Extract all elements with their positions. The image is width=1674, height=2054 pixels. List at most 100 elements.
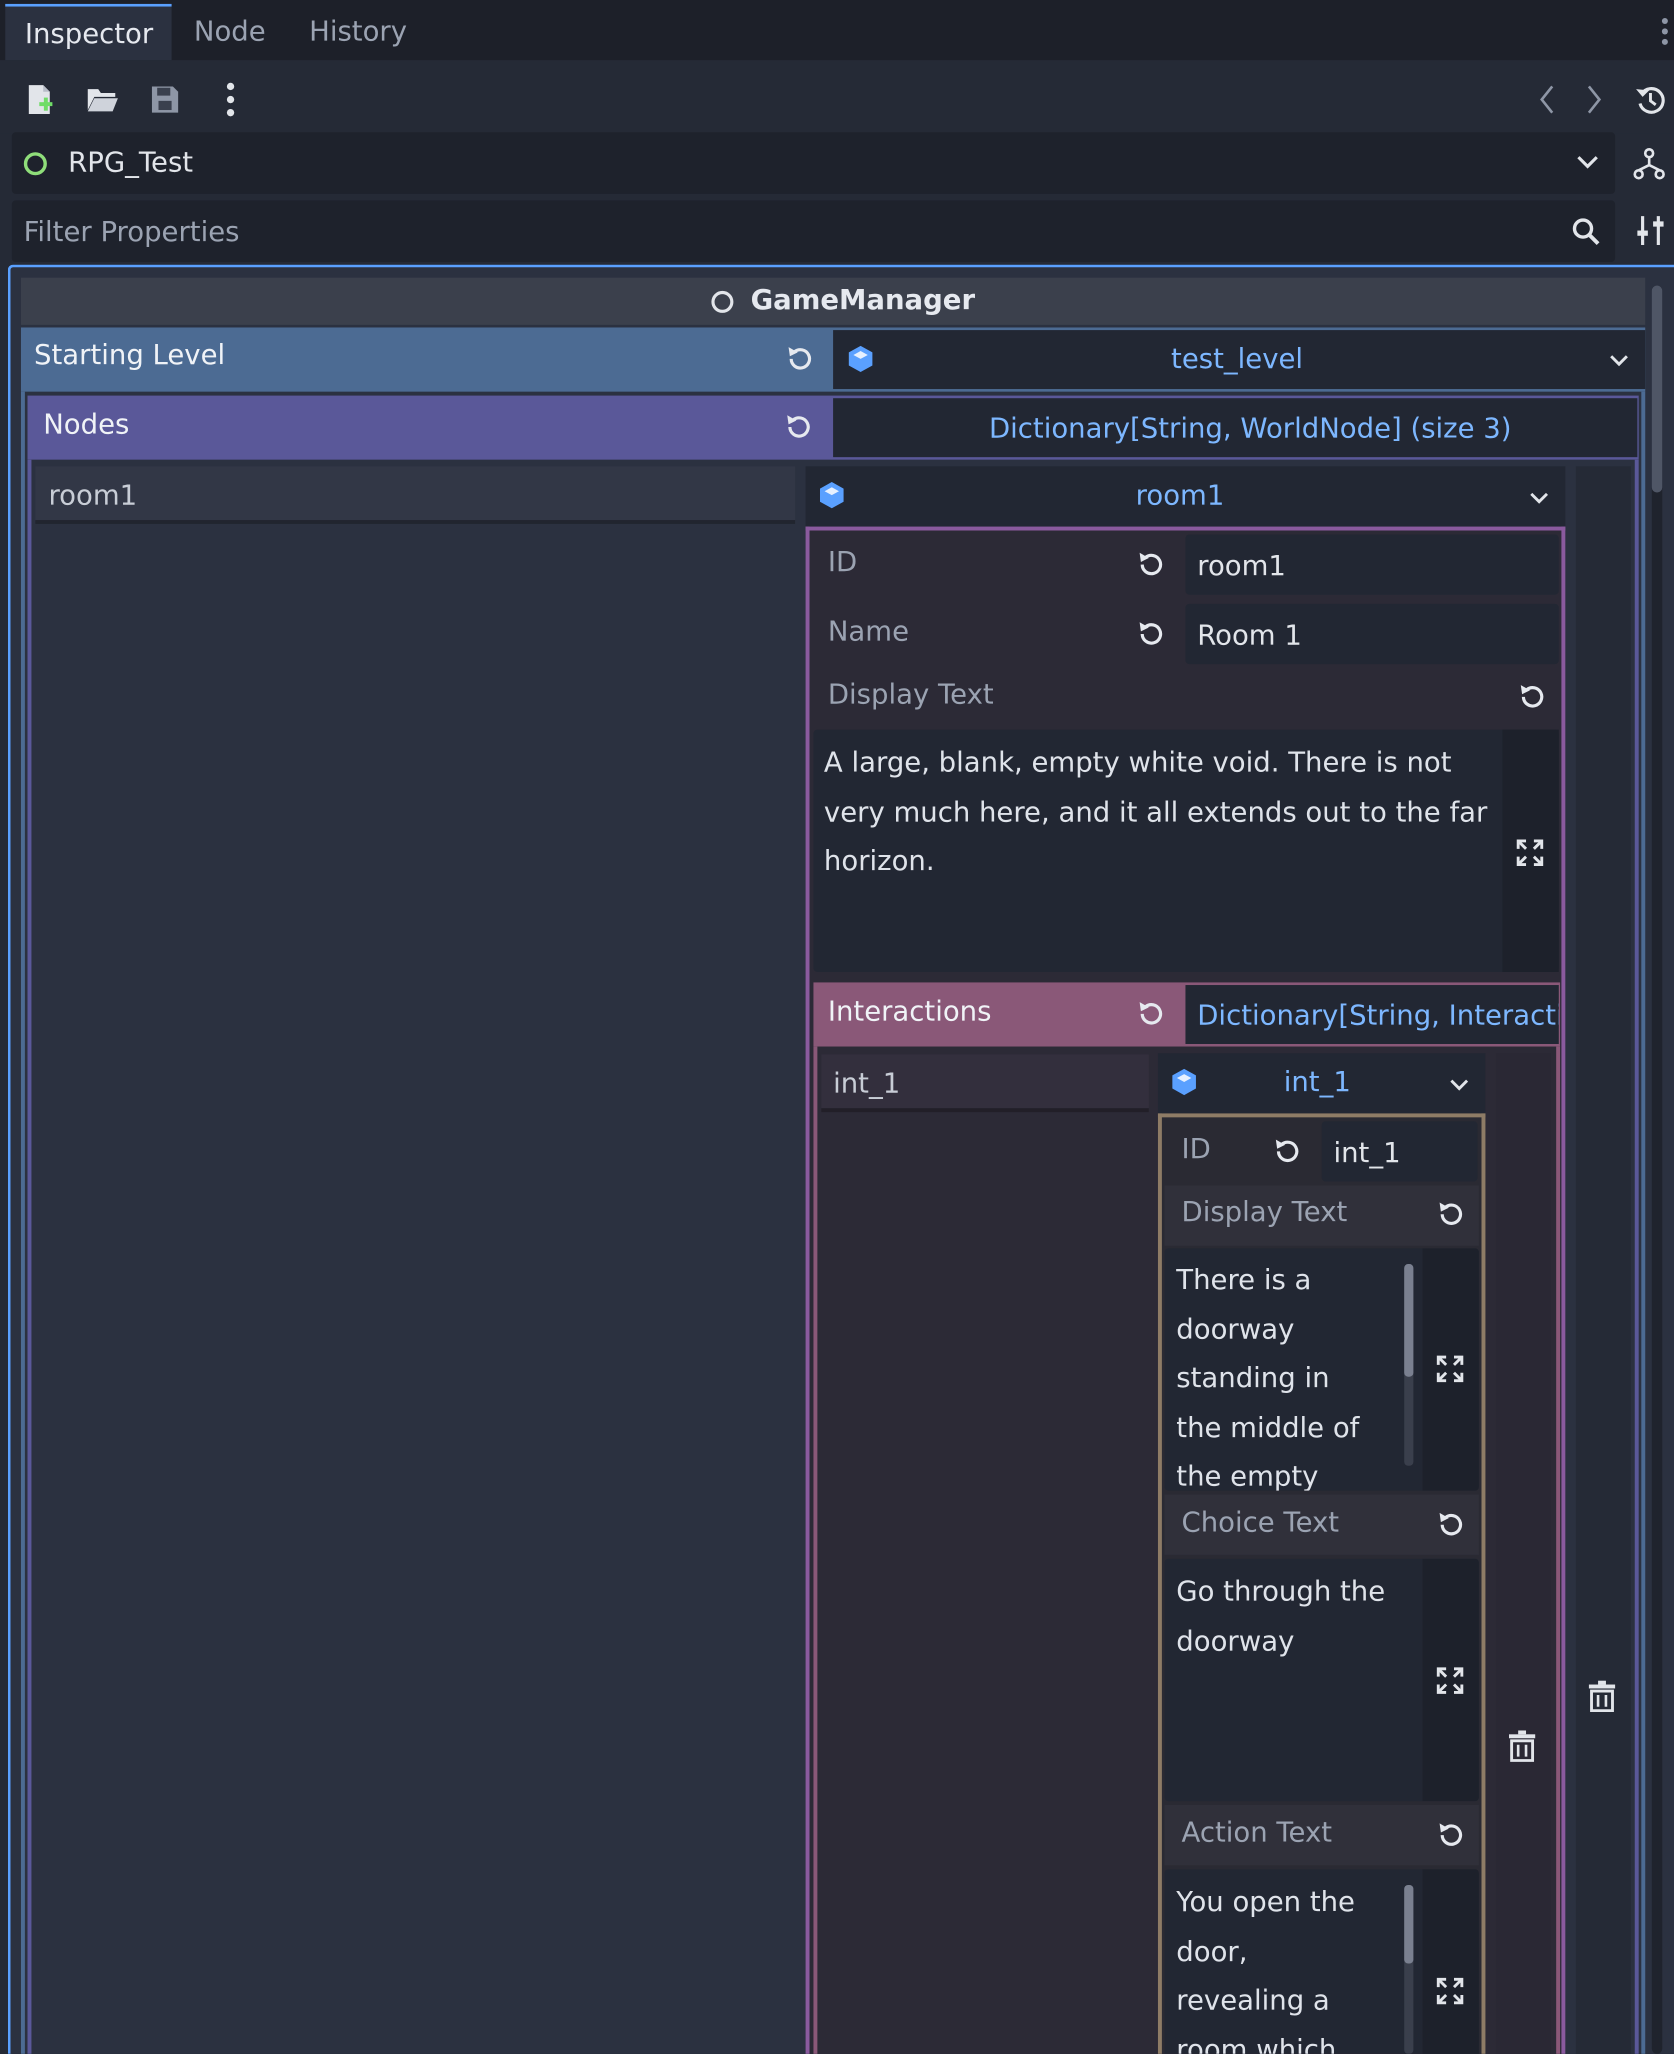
revert-icon[interactable]: [783, 342, 817, 376]
toolbar: [0, 60, 1674, 134]
revert-icon[interactable]: [1434, 1508, 1468, 1542]
class-header: GameManager: [20, 277, 1646, 325]
chevron-down-icon: [1574, 152, 1600, 173]
text-scrollbar-thumb[interactable]: [1404, 1884, 1414, 1964]
revert-icon[interactable]: [1134, 617, 1168, 651]
revert-icon[interactable]: [1134, 548, 1168, 582]
tab-inspector[interactable]: Inspector: [5, 3, 172, 61]
expand-column: [1422, 1869, 1479, 2054]
property-nodes: Nodes Dictionary[String, WorldNode] (siz…: [27, 395, 1639, 460]
interactions-key-field[interactable]: int_1: [821, 1054, 1149, 1113]
expand-icon[interactable]: [1513, 836, 1547, 870]
recent-history-icon[interactable]: [1632, 81, 1669, 118]
interactions-entry-side: [1495, 1053, 1551, 2054]
nodes-key-field[interactable]: room1: [35, 466, 796, 524]
class-header-label: GameManager: [750, 284, 976, 316]
int-id-value: int_1: [1333, 1136, 1401, 1169]
text-line: doorway: [1176, 1624, 1295, 1657]
text-line: You open the: [1176, 1886, 1355, 1918]
room-id-label: ID: [827, 546, 858, 578]
int-action-text-area[interactable]: You open the door, revealing a room whic…: [1164, 1869, 1479, 2054]
property-interactions: Interactions Dictionary[String, Interact…: [813, 982, 1561, 1047]
revert-icon[interactable]: [1271, 1134, 1305, 1168]
int-choice-text-content: Go through the doorway: [1176, 1568, 1418, 1666]
node-circle-icon: [710, 289, 735, 314]
int-action-text-content: You open the door, revealing a room whic…: [1176, 1878, 1405, 2054]
chevron-down-icon: [1607, 351, 1631, 369]
room1-resource-picker[interactable]: room1: [805, 466, 1566, 527]
revert-icon[interactable]: [1434, 1197, 1468, 1231]
filter-properties-input[interactable]: Filter Properties: [11, 200, 1616, 262]
scrollbar-track[interactable]: [1651, 285, 1663, 2054]
int-id-label: ID: [1181, 1133, 1211, 1165]
text-line: the empty: [1176, 1460, 1319, 1491]
interactions-dictionary-summary: Dictionary[String, Interacti: [1197, 999, 1559, 1031]
expand-icon[interactable]: [1433, 1664, 1467, 1698]
save-icon[interactable]: [147, 81, 184, 118]
tab-inspector-label: Inspector: [24, 18, 154, 50]
room-name-input[interactable]: Room 1: [1185, 603, 1559, 665]
int1-resource-picker[interactable]: int_1: [1157, 1053, 1486, 1114]
revert-icon[interactable]: [1434, 1818, 1468, 1852]
room-name-label: Name: [827, 615, 910, 648]
tab-history[interactable]: History: [309, 18, 407, 46]
history-back-icon[interactable]: [1533, 81, 1562, 118]
int-display-text-label: Display Text: [1181, 1195, 1348, 1228]
chevron-down-icon: [1527, 489, 1551, 507]
starting-level-label: Starting Level: [34, 339, 226, 371]
status-circle-icon: [22, 151, 48, 177]
documentation-icon[interactable]: [1630, 144, 1669, 183]
nodes-dictionary-summary: Dictionary[String, WorldNode] (size 3): [988, 412, 1512, 445]
chevron-down-icon: [1447, 1075, 1471, 1093]
revert-icon[interactable]: [782, 410, 816, 444]
filter-placeholder: Filter Properties: [23, 216, 240, 248]
text-line: revealing a: [1176, 1984, 1330, 2016]
new-resource-icon[interactable]: [21, 81, 58, 118]
object-properties-icon[interactable]: [1632, 212, 1669, 249]
room-id-value: room1: [1197, 550, 1286, 582]
resource-cube-icon: [1170, 1068, 1199, 1097]
tab-menu-icon[interactable]: [1661, 16, 1669, 47]
nodes-label: Nodes: [43, 408, 130, 441]
interactions-label: Interactions: [827, 995, 992, 1027]
int-id-input[interactable]: int_1: [1321, 1121, 1478, 1182]
text-scrollbar[interactable]: [1404, 1264, 1414, 1466]
open-folder-icon[interactable]: [84, 81, 121, 118]
more-options-icon[interactable]: [225, 81, 235, 118]
expand-icon[interactable]: [1433, 1974, 1467, 2008]
scrollbar-thumb[interactable]: [1651, 285, 1663, 493]
resource-cube-icon: [817, 481, 846, 510]
text-scrollbar[interactable]: [1404, 1884, 1414, 2054]
room-id-input[interactable]: room1: [1185, 534, 1559, 595]
delete-entry-button[interactable]: [1585, 1679, 1619, 1713]
nodes-entry-side: [1575, 466, 1631, 2054]
expand-icon[interactable]: [1433, 1352, 1467, 1386]
delete-entry-button[interactable]: [1505, 1729, 1539, 1763]
starting-level-picker[interactable]: test_level: [833, 330, 1646, 390]
resource-selector[interactable]: RPG_Test: [11, 132, 1616, 194]
text-line: door,: [1176, 1935, 1248, 1967]
text-line: horizon.: [823, 844, 935, 877]
text-line: the middle of: [1176, 1411, 1360, 1443]
revert-icon[interactable]: [1516, 680, 1550, 714]
room-display-text-content: A large, blank, empty white void. There …: [824, 739, 1499, 886]
room-display-text-area[interactable]: A large, blank, empty white void. There …: [813, 729, 1559, 972]
history-forward-icon[interactable]: [1580, 81, 1609, 118]
nodes-dictionary-button[interactable]: Dictionary[String, WorldNode] (size 3): [833, 398, 1638, 458]
int-choice-text-area[interactable]: Go through the doorway: [1164, 1558, 1479, 1802]
interactions-dictionary-button[interactable]: Dictionary[String, Interacti: [1185, 985, 1559, 1044]
text-line: Go through the: [1176, 1575, 1386, 1608]
text-line: doorway: [1176, 1313, 1295, 1345]
int1-resource-name: int_1: [1283, 1066, 1351, 1098]
tab-node[interactable]: Node: [194, 18, 266, 46]
room-display-text-label: Display Text: [827, 678, 994, 710]
revert-icon[interactable]: [1134, 997, 1168, 1031]
int-choice-text-header: Choice Text: [1164, 1494, 1479, 1555]
int-display-text-area[interactable]: There is a doorway standing in the middl…: [1164, 1248, 1479, 1491]
int-action-text-header: Action Text: [1164, 1805, 1479, 1866]
int-action-text-label: Action Text: [1181, 1816, 1333, 1849]
text-scrollbar-thumb[interactable]: [1404, 1264, 1414, 1377]
resource-name: RPG_Test: [68, 146, 194, 179]
text-line: room which: [1176, 2033, 1337, 2054]
property-starting-level: Starting Level test_level: [20, 327, 1646, 392]
